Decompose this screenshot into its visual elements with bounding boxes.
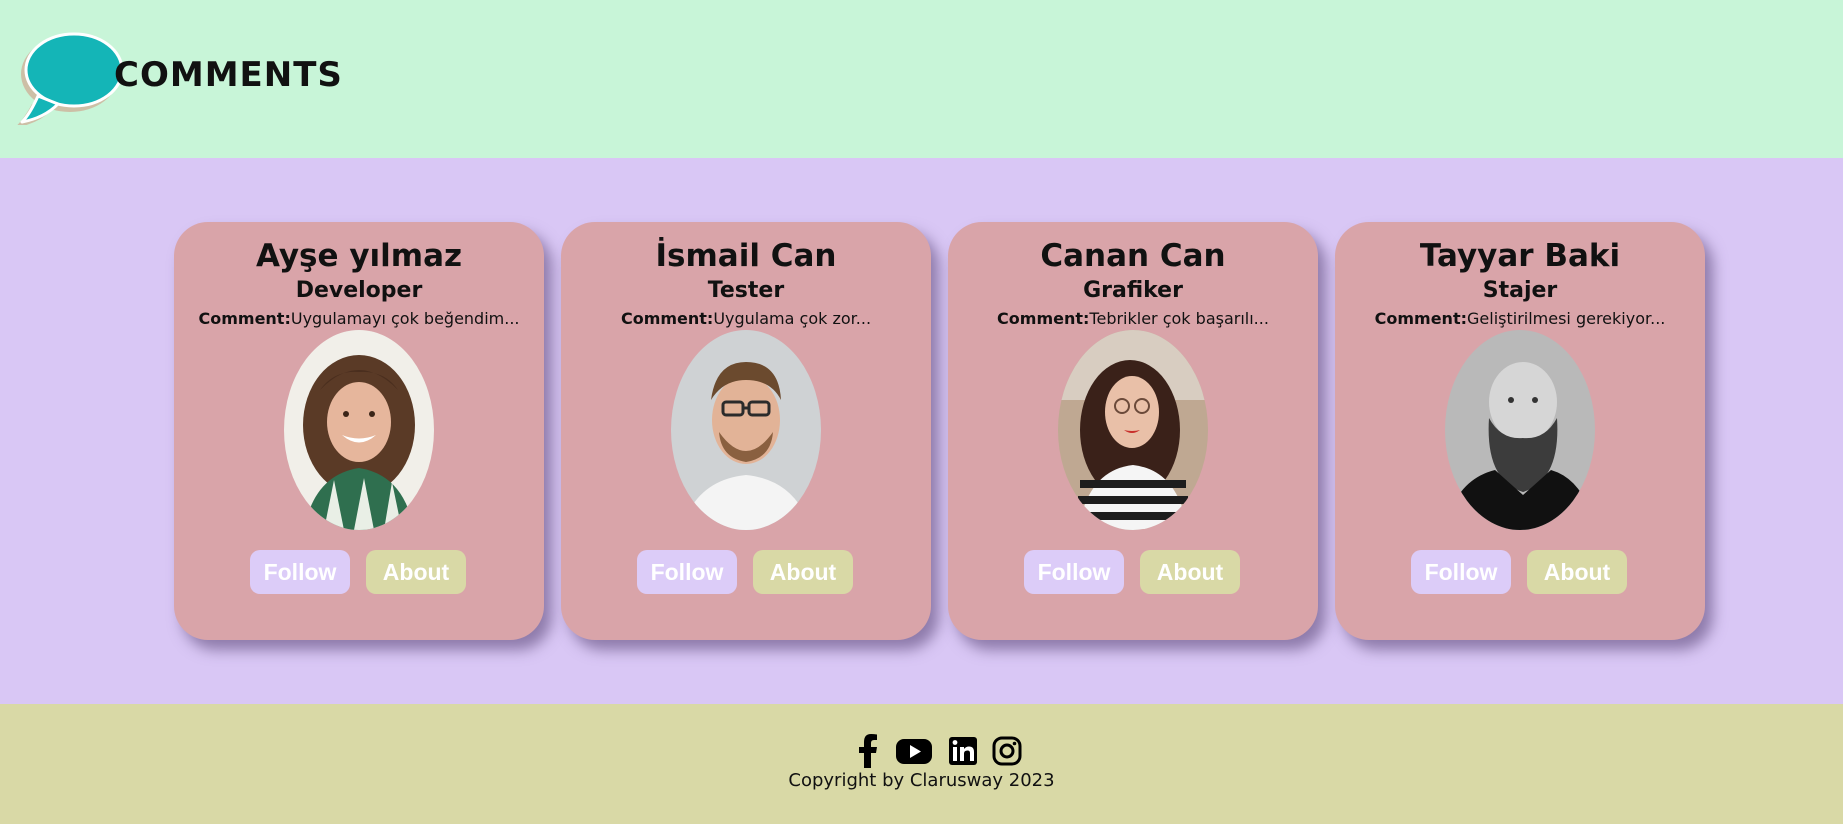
card-role: Tester xyxy=(707,278,785,303)
follow-button[interactable]: Follow xyxy=(1024,550,1124,594)
follow-button[interactable]: Follow xyxy=(637,550,737,594)
comment-text: Uygulama çok zor... xyxy=(713,309,872,328)
card-name: İsmail Can xyxy=(655,238,837,274)
comment-label: Comment: xyxy=(1374,309,1467,328)
facebook-icon[interactable] xyxy=(858,734,878,768)
comment-card: Tayyar Baki Stajer Comment:Geliştirilmes… xyxy=(1335,222,1705,640)
about-button[interactable]: About xyxy=(1140,550,1240,594)
comment-label: Comment: xyxy=(620,309,714,328)
card-role: Grafiker xyxy=(1083,278,1183,303)
instagram-icon[interactable] xyxy=(992,734,1022,768)
youtube-icon[interactable] xyxy=(896,734,932,768)
footer: Copyright by Clarusway 2023 xyxy=(0,704,1843,824)
comment-text: Uygulamayı çok beğendim... xyxy=(290,309,520,328)
card-list: Ayşe yılmaz Developer Comment:Uygulamayı… xyxy=(174,222,1706,642)
about-button[interactable]: About xyxy=(753,550,853,594)
card-comment: Comment:Uygulamayı çok beğendim... xyxy=(174,308,544,330)
comment-card: Ayşe yılmaz Developer Comment:Uygulamayı… xyxy=(174,222,544,640)
comment-card: Canan Can Grafiker Comment:Tebrikler çok… xyxy=(948,222,1318,640)
header: COMMENTS xyxy=(0,0,1843,158)
social-links xyxy=(854,734,1024,768)
comment-card: İsmail Can Tester Comment:Uygulama çok z… xyxy=(561,222,931,640)
about-button[interactable]: About xyxy=(1527,550,1627,594)
card-comment: Comment:Tebrikler çok başarılı... xyxy=(948,308,1318,330)
avatar xyxy=(1058,330,1208,530)
comment-text: Tebrikler çok başarılı... xyxy=(1089,309,1269,328)
card-role: Stajer xyxy=(1482,278,1558,303)
copyright-text: Copyright by Clarusway 2023 xyxy=(788,770,1055,791)
follow-button[interactable]: Follow xyxy=(1411,550,1511,594)
card-comment: Comment:Geliştirilmesi gerekiyor... xyxy=(1335,308,1705,330)
about-button[interactable]: About xyxy=(366,550,466,594)
linkedin-icon[interactable] xyxy=(948,734,978,768)
card-comment: Comment:Uygulama çok zor... xyxy=(561,308,931,330)
comment-label: Comment: xyxy=(198,309,291,328)
main-content: Ayşe yılmaz Developer Comment:Uygulamayı… xyxy=(0,158,1843,704)
card-name: Tayyar Baki xyxy=(1419,238,1621,274)
brand-title: COMMENTS xyxy=(114,55,343,95)
follow-button[interactable]: Follow xyxy=(250,550,350,594)
avatar xyxy=(284,330,434,530)
comment-text: Geliştirilmesi gerekiyor... xyxy=(1467,309,1666,328)
card-name: Ayşe yılmaz xyxy=(255,238,463,274)
card-role: Developer xyxy=(295,278,423,303)
card-name: Canan Can xyxy=(1040,238,1226,274)
avatar xyxy=(1445,330,1595,530)
avatar xyxy=(671,330,821,530)
speech-bubble-icon xyxy=(17,32,122,125)
comment-label: Comment: xyxy=(997,309,1090,328)
